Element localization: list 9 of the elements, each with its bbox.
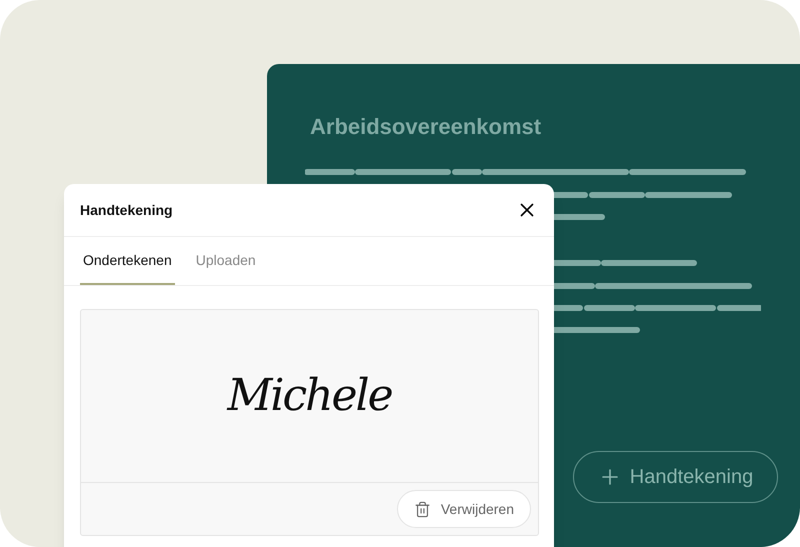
delete-button[interactable]: Verwijderen <box>396 490 531 528</box>
signature-pad[interactable]: Michele Verwijderen <box>80 309 539 536</box>
tab[interactable]: Ondertekenen <box>80 237 175 285</box>
trash-icon <box>414 500 431 518</box>
document-title: Arbeidsovereenkomst <box>310 113 542 141</box>
tab[interactable]: Uploaden <box>192 237 259 285</box>
add-signature-button[interactable]: Handtekening <box>573 451 778 503</box>
dialog-title: Handtekening <box>80 200 173 220</box>
signature-text: Michele <box>227 369 392 423</box>
